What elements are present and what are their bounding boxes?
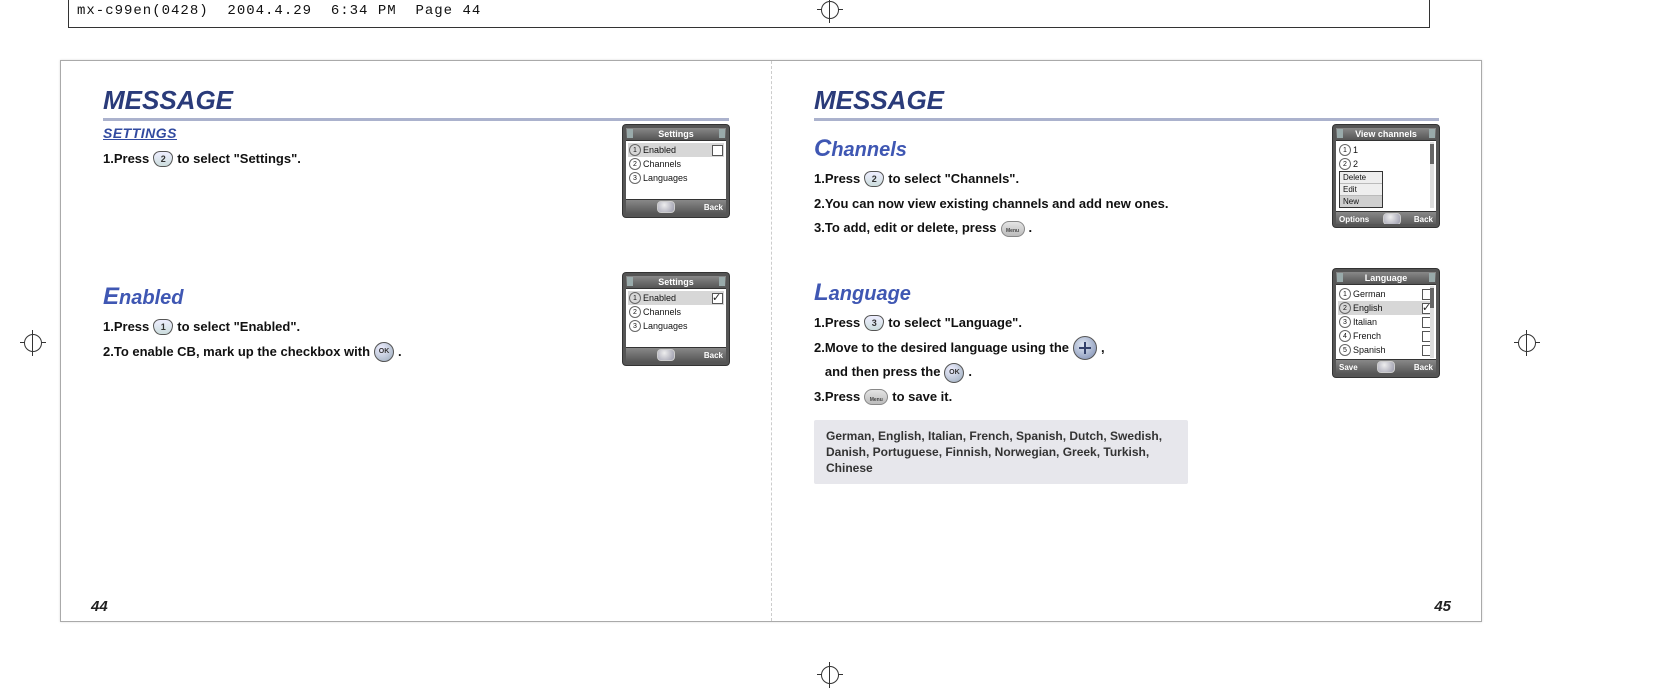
settings-title: SETTINGS [103,125,301,141]
section-heading: MESSAGE [103,85,729,116]
phone-title: View channels [1355,129,1417,139]
section-heading: MESSAGE [814,85,1439,116]
enabled-step1-a: 1.Press [103,315,149,340]
phone-title: Language [1365,273,1408,283]
heading-rule [103,118,729,121]
channels-step1-b: to select "Channels". [888,167,1019,192]
softkey-right: Back [1414,215,1433,224]
softkey-left: Options [1339,215,1369,224]
page-spread: MESSAGE SETTINGS 1.Press 2 to select "Se… [60,60,1482,622]
language-step2-b: , [1101,336,1105,361]
channels-title: Channels [814,135,1168,163]
phone-item: 2 [1353,159,1358,169]
settings-block: SETTINGS 1.Press 2 to select "Settings".… [103,125,729,217]
phone-title: Settings [658,277,694,287]
language-step3-b: to save it. [892,385,952,410]
page-left: MESSAGE SETTINGS 1.Press 2 to select "Se… [61,61,771,621]
settings-step1-b: to select "Settings". [177,147,301,172]
channels-block: Channels 1.Press 2 to select "Channels".… [814,125,1439,241]
enabled-step2-a: 2.To enable CB, mark up the checkbox wit… [103,340,370,365]
phone-context-menu: Delete Edit New [1339,171,1383,208]
phone-item: Italian [1353,317,1377,327]
language-block: Language 1.Press 3 to select "Language".… [814,269,1439,484]
channels-step3-b: . [1029,216,1033,241]
phone-item: Channels [643,307,681,317]
enabled-block: Enabled 1.Press 1 to select "Enabled". 2… [103,273,729,365]
channels-step1-a: 1.Press [814,167,860,192]
ok-key-icon: OK [944,363,964,383]
channels-step3-a: 3.To add, edit or delete, press [814,216,997,241]
key1-icon: 1 [153,319,173,335]
key2-icon: 2 [153,151,173,167]
phone-item: English [1353,303,1383,313]
language-title: Language [814,279,1188,307]
regmark-right [1514,330,1540,356]
enabled-step1-b: to select "Enabled". [177,315,300,340]
page-number-left: 44 [91,598,108,615]
ok-key-icon: OK [374,342,394,362]
page-right: MESSAGE Channels 1.Press 2 to select "Ch… [771,61,1481,621]
softkey-mid-icon [1383,213,1401,225]
language-note: German, English, Italian, French, Spanis… [814,420,1188,485]
language-step2-d: . [968,360,972,385]
menu-softkey-icon [864,389,888,405]
phone-item: Languages [643,321,688,331]
phone-item: Channels [643,159,681,169]
print-slug: mx-c99en(0428) 2004.4.29 6:34 PM Page 44 [68,0,1430,28]
phone-item: Enabled [643,293,676,303]
phone-item: Languages [643,173,688,183]
phone-item: 1 [1353,145,1358,155]
page-number-right: 45 [1434,598,1451,615]
regmark-left [20,330,46,356]
language-step1-b: to select "Language". [888,311,1022,336]
key2-icon: 2 [864,171,884,187]
softkey-mid-icon [657,201,675,213]
phone-title: Settings [658,129,694,139]
softkey-right: Back [1414,363,1433,372]
language-step2-a: 2.Move to the desired language using the [814,336,1069,361]
language-step1-a: 1.Press [814,311,860,336]
enabled-title: Enabled [103,283,402,311]
regmark-bottom [817,662,843,688]
phone-item: German [1353,289,1386,299]
phone-item: Spanish [1353,345,1386,355]
phone-item: Enabled [643,145,676,155]
phone-channels: View channels 11 22 Delete Edit New Opti… [1333,125,1439,227]
phone-item: French [1353,331,1381,341]
phone-settings: Settings 1Enabled 2Channels 3Languages B… [623,125,729,217]
softkey-left: Save [1339,363,1358,372]
language-step3-a: 3.Press [814,385,860,410]
dpad-icon [1073,336,1097,360]
phone-language: Language 1German 2English 3Italian 4Fren… [1333,269,1439,377]
channels-step2: 2.You can now view existing channels and… [814,192,1168,217]
language-step2-c: and then press the [825,360,941,385]
softkey-right: Back [704,203,723,212]
settings-step1-a: 1.Press [103,147,149,172]
menu-softkey-icon [1001,221,1025,237]
phone-enabled: Settings 1Enabled 2Channels 3Languages B… [623,273,729,365]
enabled-step2-b: . [398,340,402,365]
key3-icon: 3 [864,315,884,331]
heading-rule [814,118,1439,121]
softkey-mid-icon [1377,361,1395,373]
softkey-mid-icon [657,349,675,361]
softkey-right: Back [704,351,723,360]
